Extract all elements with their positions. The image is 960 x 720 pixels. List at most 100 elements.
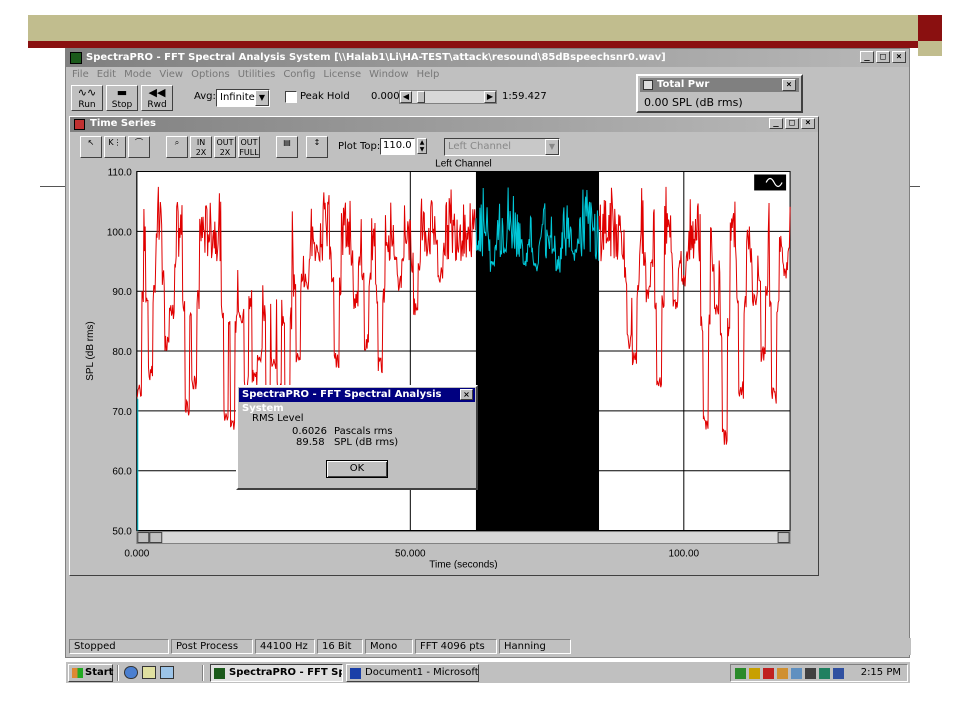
peak-hold-checkbox[interactable] xyxy=(285,91,297,103)
app-title: SpectraPRO - FFT Spectral Analysis Syste… xyxy=(86,52,666,63)
rms-dialog-close-button[interactable]: × xyxy=(460,389,473,400)
rms-value-pascals: 0.6026 xyxy=(292,426,327,437)
menu-license[interactable]: License xyxy=(323,69,361,83)
start-button[interactable]: Start xyxy=(68,664,113,682)
run-button[interactable]: ∿∿ Run xyxy=(71,85,103,111)
total-power-title: Total Pwr xyxy=(657,79,710,90)
position-end: 1:59.427 xyxy=(502,91,547,102)
position-start: 0.000 xyxy=(371,91,400,102)
zoom-in-factor: 2X xyxy=(195,148,207,157)
status-bar: Stopped Post Process 44100 Hz 16 Bit Mon… xyxy=(67,638,911,655)
zoom-out-factor: 2X xyxy=(219,148,231,157)
tray-monitor-icon[interactable] xyxy=(763,668,774,679)
menu-options[interactable]: Options xyxy=(191,69,230,83)
task-word[interactable]: Document1 - Microsoft Word xyxy=(346,664,479,682)
menu-utilities[interactable]: Utilities xyxy=(238,69,276,83)
y-tick-label: 60.0 xyxy=(112,467,132,478)
spectrapro-task-icon xyxy=(214,668,225,679)
plot-top-label: Plot Top: xyxy=(338,141,381,152)
chart-scroll-right-icon[interactable] xyxy=(777,532,790,544)
menu-file[interactable]: File xyxy=(72,69,89,83)
scroll-right-icon[interactable]: ▶ xyxy=(484,91,496,103)
total-power-window: Total Pwr × 0.00 SPL (dB rms) xyxy=(636,74,803,113)
menu-help[interactable]: Help xyxy=(417,69,440,83)
time-series-titlebar[interactable]: Time Series _ □ × xyxy=(70,117,818,132)
status-channels: Mono xyxy=(365,639,413,654)
system-tray: 2:15 PM xyxy=(730,664,908,682)
tray-phone-icon[interactable] xyxy=(833,668,844,679)
menu-edit[interactable]: Edit xyxy=(97,69,116,83)
scroll-thumb[interactable] xyxy=(417,91,426,103)
scroll-left-icon[interactable]: ◀ xyxy=(400,91,412,103)
tray-network-icon[interactable] xyxy=(735,668,746,679)
y-tick-label: 70.0 xyxy=(112,407,132,418)
pointer-icon[interactable]: ↖ xyxy=(80,136,102,158)
run-label: Run xyxy=(78,100,96,110)
sine-wave-icon[interactable] xyxy=(754,174,787,191)
task-word-label: Document1 - Microsoft Word xyxy=(365,667,479,678)
plot-top-input[interactable]: 110.0 xyxy=(380,138,415,155)
tray-pencil-icon[interactable] xyxy=(777,668,788,679)
marker-icon[interactable]: K⋮ xyxy=(104,136,126,158)
zoom-icon[interactable]: ⌕ xyxy=(166,136,188,158)
table-icon[interactable]: ▤ xyxy=(276,136,298,158)
status-bit-depth: 16 Bit xyxy=(317,639,363,654)
stop-button[interactable]: ▬ Stop xyxy=(106,85,138,111)
taskbar-clock: 2:15 PM xyxy=(860,667,901,678)
menu-window[interactable]: Window xyxy=(369,69,408,83)
channel-select[interactable]: Left Channel ▼ xyxy=(444,138,560,156)
maximize-button[interactable]: □ xyxy=(876,51,890,63)
ts-minimize-button[interactable]: _ xyxy=(769,118,783,129)
taskbar: Start SpectraPRO - FFT Sp... Document1 -… xyxy=(66,661,910,683)
y-tick-label: 110.0 xyxy=(108,168,133,179)
menu-view[interactable]: View xyxy=(159,69,183,83)
zoom-in-2x-icon[interactable]: IN 2X xyxy=(190,136,212,158)
channel-value: Left Channel xyxy=(448,141,512,152)
spectrapro-window: SpectraPRO - FFT Spectral Analysis Syste… xyxy=(65,48,911,658)
chart-scroll-left-icon[interactable] xyxy=(137,532,150,544)
ts-maximize-button[interactable]: □ xyxy=(785,118,799,129)
desktop-icon[interactable] xyxy=(142,666,156,679)
close-button[interactable]: × xyxy=(892,51,906,63)
chevron-down-icon[interactable]: ▼ xyxy=(255,90,269,106)
time-series-chart[interactable]: 110.0 100.0 90.0 80.0 70.0 60.0 50.0 0.000 50.00… xyxy=(70,157,818,569)
tray-sync-icon[interactable] xyxy=(819,668,830,679)
ie-icon[interactable] xyxy=(124,666,138,679)
task-spectrapro[interactable]: SpectraPRO - FFT Sp... xyxy=(210,664,343,682)
rewind-button[interactable]: ◀◀ Rwd xyxy=(141,85,173,111)
avg-select[interactable]: Infinite ▼ xyxy=(216,89,270,107)
position-scrollbar[interactable]: ◀ ▶ xyxy=(399,90,497,104)
menu-mode[interactable]: Mode xyxy=(124,69,151,83)
avg-label: Avg: xyxy=(194,91,216,102)
slide-corner-olive xyxy=(918,41,942,56)
minimize-button[interactable]: _ xyxy=(860,51,874,63)
total-power-close-button[interactable]: × xyxy=(782,79,796,91)
zoom-out-full-icon[interactable]: OUT FULL xyxy=(238,136,260,158)
menu-config[interactable]: Config xyxy=(283,69,315,83)
channels-icon[interactable] xyxy=(160,666,174,679)
zoom-out-2x-icon[interactable]: OUT 2X xyxy=(214,136,236,158)
slide-corner-red xyxy=(918,15,942,41)
tray-scanner-icon[interactable] xyxy=(791,668,802,679)
peak-icon[interactable]: ⌒ xyxy=(128,136,150,158)
x-tick-label: 0.000 xyxy=(124,548,149,559)
x-tick-label: 100.00 xyxy=(669,548,700,559)
tray-display-icon[interactable] xyxy=(805,668,816,679)
ts-close-button[interactable]: × xyxy=(801,118,815,129)
word-icon xyxy=(350,668,361,679)
rms-dialog-titlebar[interactable]: SpectraPRO - FFT Spectral Analysis Syste… xyxy=(239,388,475,414)
tray-speaker-icon[interactable] xyxy=(749,668,760,679)
plot-top-spinner[interactable]: ▲ ▼ xyxy=(417,138,427,154)
vertical-scale-icon[interactable]: ↕ xyxy=(306,136,328,158)
total-power-titlebar[interactable]: Total Pwr × xyxy=(640,78,799,92)
channel-chevron-down-icon[interactable]: ▼ xyxy=(545,139,559,155)
total-power-value: 0.00 SPL (dB rms) xyxy=(644,96,743,109)
slide-header-bar xyxy=(28,15,918,41)
app-titlebar[interactable]: SpectraPRO - FFT Spectral Analysis Syste… xyxy=(66,49,909,67)
chart-scrollbar[interactable] xyxy=(136,531,791,545)
avg-value: Infinite xyxy=(220,92,255,103)
start-label: Start xyxy=(85,667,114,678)
ok-button[interactable]: OK xyxy=(326,460,388,478)
zoom-out-label: OUT xyxy=(216,138,234,147)
chart-scroll-thumb[interactable] xyxy=(149,532,163,544)
